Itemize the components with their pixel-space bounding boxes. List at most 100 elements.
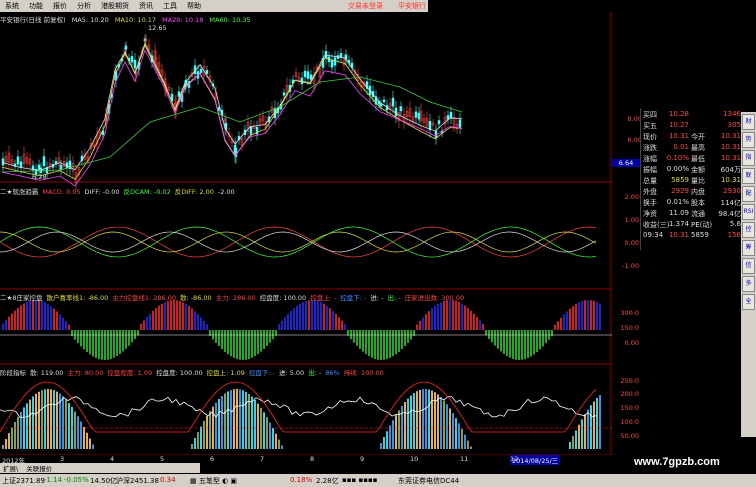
stage-bar: [53, 390, 55, 449]
control-bar: [578, 302, 580, 330]
indicator-value: 控盘度: 100.00: [259, 294, 307, 302]
control-bar: [512, 330, 514, 359]
control-bar: [599, 303, 601, 330]
stage-bar: [86, 432, 88, 449]
quote-row: 现价 10.31 今开 10.31: [643, 132, 741, 142]
side-tab[interactable]: 筹: [742, 240, 755, 256]
candle-body: [437, 120, 441, 125]
stage-bar: [248, 394, 250, 449]
axis-label: 300.0: [620, 309, 639, 317]
control-bar: [116, 330, 118, 357]
control-bar: [341, 320, 343, 330]
candle-body: [124, 45, 128, 50]
control-bar: [260, 330, 262, 352]
quote-label: 换手: [643, 199, 657, 207]
candle-body: [1, 158, 5, 166]
quote-value: 114亿: [720, 199, 741, 207]
stage-bar: [209, 411, 211, 449]
menu-item[interactable]: 帮助: [187, 1, 201, 11]
quote-value: 0.01: [673, 143, 689, 151]
indicator-value: 控盘下: -: [248, 369, 275, 377]
stage-bar: [596, 397, 598, 449]
control-bar: [152, 310, 154, 330]
control-bar: [338, 317, 340, 330]
control-bar: [362, 330, 364, 352]
menu-item[interactable]: 报价: [53, 1, 67, 11]
stage-bar: [197, 432, 199, 449]
side-tab[interactable]: 势: [742, 132, 755, 148]
stage-bar: [26, 403, 28, 449]
toolbar-icons[interactable]: ▦ 五笔型 ◐ ▣: [190, 476, 237, 486]
quote-panel: 买四 10.28 1346 买五 10.27 305 现价 10.31 今开 10.31 涨跌 0.0…: [640, 108, 741, 250]
stage-bar: [5, 439, 7, 449]
side-tab[interactable]: 多: [742, 276, 755, 292]
stage-bar: [242, 390, 244, 449]
menu-item[interactable]: 资讯: [139, 1, 153, 11]
stage-bar: [224, 393, 226, 449]
menu-item[interactable]: 分析: [77, 1, 91, 11]
control-bar: [461, 303, 463, 330]
quote-row: 振幅 0.00% 金额 604万: [643, 165, 741, 175]
stage-bar: [221, 395, 223, 449]
quote-label: 量比: [691, 177, 705, 185]
control-bar: [551, 330, 553, 337]
side-tab[interactable]: 控: [742, 222, 755, 238]
control-bar: [395, 330, 397, 355]
quote-value: 10.27: [668, 121, 689, 129]
control-bar: [365, 330, 367, 355]
stage-bar: [50, 389, 52, 449]
sh-index[interactable]: 上证2371.89: [2, 476, 45, 486]
control-bar: [305, 300, 307, 330]
menu-item[interactable]: 系统: [5, 1, 19, 11]
trade-login-link[interactable]: 交易未登录: [348, 1, 383, 11]
stage-bar: [44, 389, 46, 449]
side-tab[interactable]: 联: [742, 168, 755, 184]
stock-name-link[interactable]: 平安银行: [398, 1, 426, 11]
side-tab[interactable]: RSI: [742, 204, 755, 220]
quote-value: 0.01%: [666, 198, 689, 206]
control-bar: [239, 330, 241, 360]
control-bar: [371, 330, 373, 358]
control-bar: [380, 330, 382, 360]
control-bar: [530, 330, 532, 357]
signal-icons: ▪▪▪ ▪▪▪▪: [342, 476, 378, 484]
broker-label: 东莞证券电信DC44: [398, 477, 460, 485]
side-tab[interactable]: 配: [742, 186, 755, 202]
side-tab[interactable]: 财: [742, 114, 755, 130]
side-tab[interactable]: 指: [742, 150, 755, 166]
axis-label: 8.00: [627, 115, 642, 123]
stage-bar: [8, 433, 10, 449]
tab-related-quotes[interactable]: 关联报价: [26, 465, 52, 473]
axis-label: 2.00: [624, 193, 639, 201]
control-bar: [458, 302, 460, 330]
stage-bar: [14, 422, 16, 449]
quote-label: 09:34: [643, 231, 664, 239]
control-bar: [134, 330, 136, 339]
stage-bar: [398, 410, 400, 449]
stage-bar: [590, 405, 592, 449]
control-bar: [584, 300, 586, 330]
control-bar: [200, 317, 202, 330]
side-tab[interactable]: 信: [742, 258, 755, 274]
control-bar: [20, 305, 22, 330]
pct2: 0.18%: [290, 476, 313, 484]
tab-extend[interactable]: 扩展\: [3, 465, 18, 473]
stage-bar: [383, 437, 385, 449]
control-bar: [569, 308, 571, 330]
menu-item[interactable]: 工具: [163, 1, 177, 11]
stage-bar: [572, 436, 574, 449]
status-bar: 上证2371.89 -1.14 -0.05% 14.50亿 沪深2451.38 …: [0, 474, 756, 487]
control-bar: [173, 300, 175, 330]
side-tab[interactable]: 全: [742, 294, 755, 310]
control-bar: [65, 321, 67, 330]
control-bar: [482, 323, 484, 330]
control-bar: [335, 313, 337, 330]
sz-index[interactable]: 沪深2451.38: [116, 476, 159, 486]
stage-bar: [578, 424, 580, 449]
candle-body: [249, 126, 253, 135]
stage-bar: [452, 413, 454, 449]
kline-chart[interactable]: [0, 12, 612, 462]
menu-item[interactable]: 功能: [29, 1, 43, 11]
stage-bar: [38, 391, 40, 449]
menu-item[interactable]: 港股期货: [101, 1, 129, 11]
